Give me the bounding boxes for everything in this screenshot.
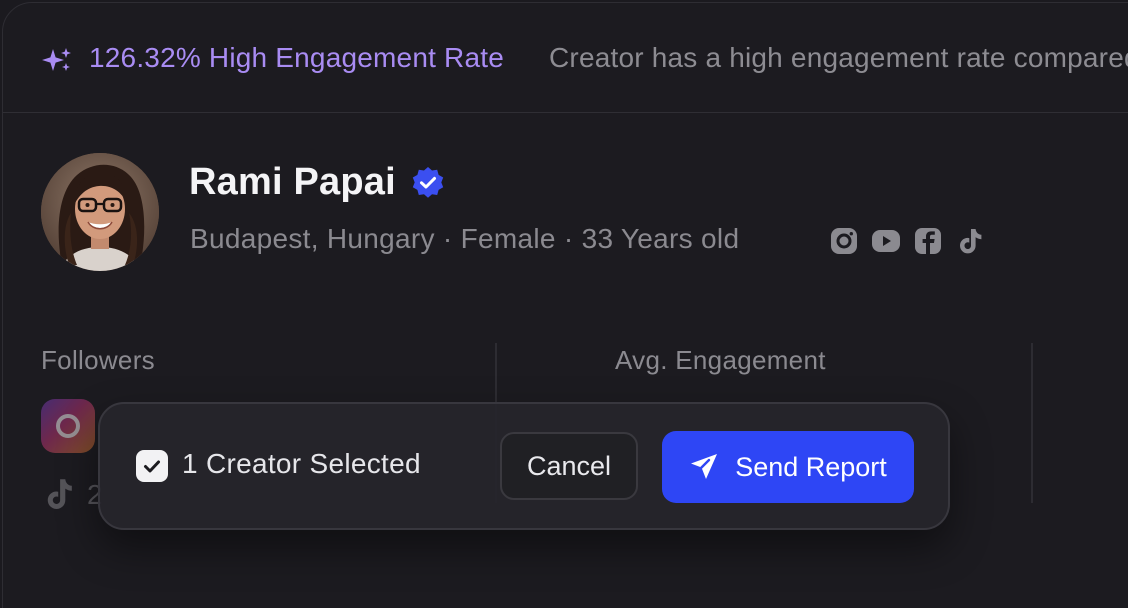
avatar xyxy=(41,153,159,271)
verified-badge-icon xyxy=(412,167,444,198)
send-icon xyxy=(691,454,718,479)
location-text: Budapest, Hungary xyxy=(190,223,435,254)
stats-divider xyxy=(1031,343,1033,503)
send-report-label: Send Report xyxy=(735,451,887,482)
engagement-insight-banner: 126.32% High Engagement Rate Creator has… xyxy=(3,3,1128,113)
facebook-icon[interactable] xyxy=(914,227,942,255)
insight-description: Creator has a high engagement rate compa… xyxy=(549,42,1128,73)
followers-label: Followers xyxy=(41,345,155,375)
selected-count-text: 1 Creator Selected xyxy=(182,448,421,479)
sparkle-icon xyxy=(42,48,71,71)
gender-text: Female xyxy=(460,223,556,254)
tiktok-icon[interactable] xyxy=(956,227,984,255)
creator-name: Rami Papai xyxy=(189,161,396,203)
instagram-icon[interactable] xyxy=(830,227,858,255)
cancel-button[interactable]: Cancel xyxy=(500,432,638,500)
age-text: 33 Years old xyxy=(581,223,740,254)
creator-meta: Budapest, Hungary · Female · 33 Years ol… xyxy=(190,223,739,255)
tiktok-small-icon xyxy=(47,479,72,509)
avatar-photo xyxy=(41,153,159,271)
youtube-icon[interactable] xyxy=(872,227,900,255)
stage: 126.32% High Engagement Rate Creator has… xyxy=(0,0,1128,608)
instagram-badge-icon xyxy=(41,399,95,453)
send-report-button[interactable]: Send Report xyxy=(662,431,914,503)
selection-checkbox[interactable] xyxy=(136,450,168,482)
avg-engagement-label: Avg. Engagement xyxy=(615,345,826,375)
check-icon xyxy=(144,460,160,473)
meta-separator: · xyxy=(555,223,582,254)
engagement-rate-text: 126.32% High Engagement Rate xyxy=(89,42,504,73)
selection-action-bar: 1 Creator Selected Cancel Send Report xyxy=(98,402,950,530)
meta-separator: · xyxy=(434,223,461,254)
